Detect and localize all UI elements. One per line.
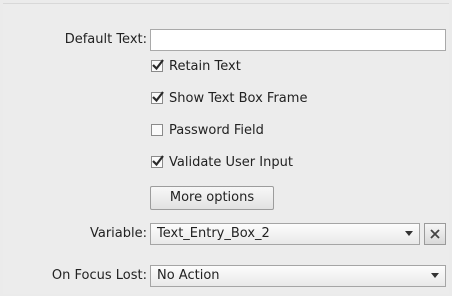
- validate-checkbox-row[interactable]: Validate User Input: [151, 152, 293, 172]
- show-frame-label: Show Text Box Frame: [169, 90, 308, 106]
- checkmark-icon: [152, 91, 164, 103]
- default-text-input[interactable]: [150, 29, 446, 51]
- properties-panel: Default Text: Retain Text Show Text Box …: [3, 3, 449, 294]
- retain-text-checkbox-row[interactable]: Retain Text: [151, 56, 241, 76]
- checkmark-icon: [152, 59, 164, 71]
- retain-text-checkbox[interactable]: [151, 59, 164, 72]
- default-text-label: Default Text:: [64, 32, 147, 47]
- password-label: Password Field: [169, 122, 264, 138]
- more-options-button[interactable]: More options: [150, 186, 274, 210]
- on-focus-lost-value: No Action: [157, 268, 220, 283]
- on-focus-lost-select[interactable]: No Action: [150, 265, 446, 287]
- on-focus-lost-label: On Focus Lost:: [51, 268, 147, 283]
- validate-checkbox[interactable]: [151, 155, 164, 168]
- variable-select[interactable]: Text_Entry_Box_2: [150, 223, 420, 245]
- retain-text-label: Retain Text: [169, 58, 241, 74]
- checkmark-icon: [152, 155, 164, 167]
- password-checkbox[interactable]: [151, 124, 163, 136]
- validate-label: Validate User Input: [169, 154, 293, 170]
- chevron-down-icon[interactable]: [428, 266, 442, 286]
- variable-label: Variable:: [89, 226, 147, 241]
- password-checkbox-row[interactable]: Password Field: [151, 120, 264, 140]
- chevron-down-icon[interactable]: [402, 224, 416, 244]
- show-frame-checkbox-row[interactable]: Show Text Box Frame: [151, 88, 307, 108]
- show-frame-checkbox[interactable]: [151, 91, 164, 104]
- variable-value: Text_Entry_Box_2: [157, 226, 270, 241]
- x-icon[interactable]: [424, 223, 446, 245]
